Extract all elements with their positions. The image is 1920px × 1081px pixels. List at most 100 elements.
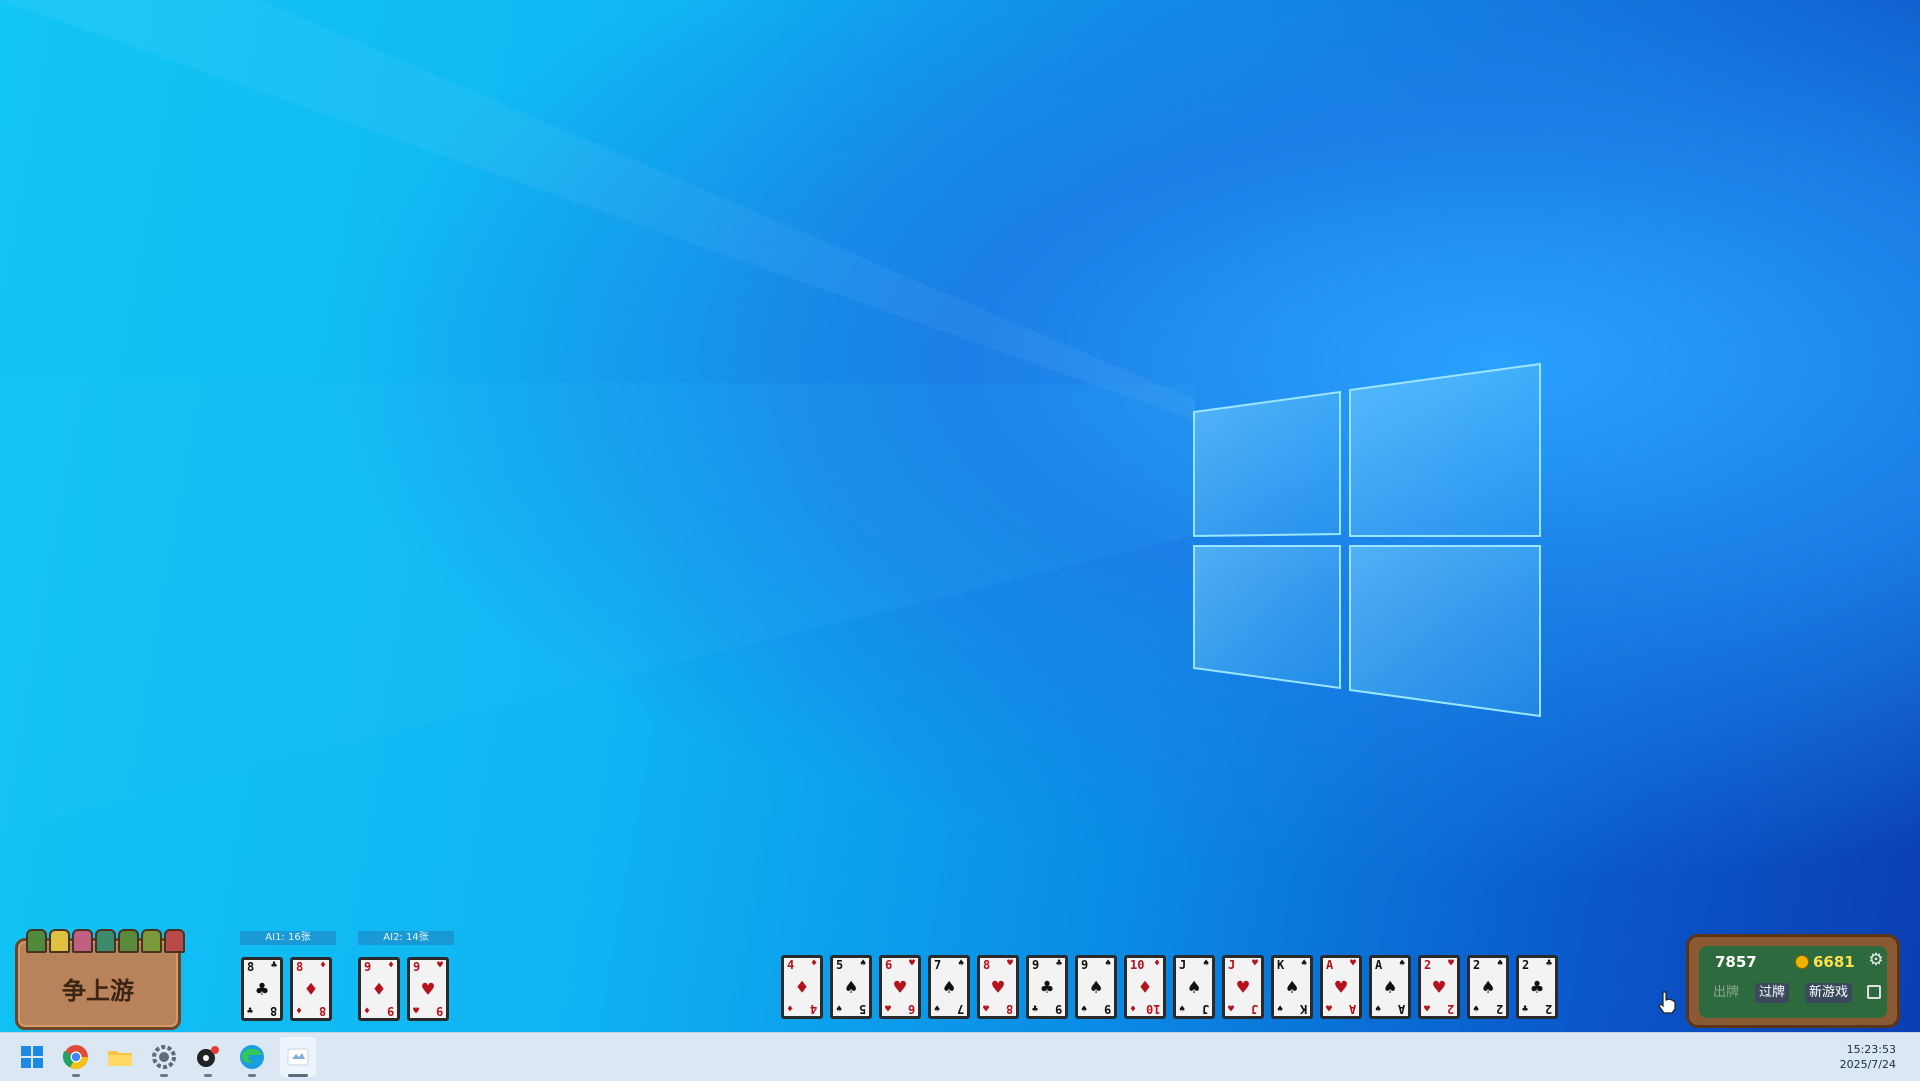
playing-card[interactable]: 9 ♣ ♣ ♣ 9 — [1026, 955, 1068, 1019]
chip-icon — [118, 929, 139, 953]
playing-card[interactable]: 6 ♥ ♥ ♥ 6 — [879, 955, 921, 1019]
card-suit-icon: ♠ — [1375, 1004, 1382, 1015]
card-suit-icon: ♣ — [255, 977, 269, 1001]
card-suit-icon: ♥ — [885, 1004, 892, 1015]
playing-card[interactable]: J ♥ ♥ ♥ J — [1222, 955, 1264, 1019]
card-suit-icon: ♦ — [787, 1004, 794, 1015]
chip-icon — [95, 929, 116, 953]
playing-card[interactable]: 2 ♥ ♥ ♥ 2 — [1418, 955, 1460, 1019]
card-rank: 9 — [413, 960, 421, 974]
card-suit-icon: ♠ — [1473, 1004, 1480, 1015]
game-app-icon[interactable] — [284, 1043, 312, 1071]
new-game-button[interactable]: 新游戏 — [1805, 983, 1853, 1003]
playing-card[interactable]: 7 ♠ ♠ ♠ 7 — [928, 955, 970, 1019]
file-explorer-icon[interactable] — [106, 1043, 134, 1071]
card-rank: 2 — [1473, 958, 1481, 972]
card-rank: 8 — [1005, 1002, 1013, 1016]
chip-icon — [49, 929, 70, 953]
card-rank: K — [1299, 1002, 1307, 1016]
clock-time: 15:23:53 — [1846, 1043, 1896, 1056]
chip-icon — [164, 929, 185, 953]
game-app-active-indicator — [288, 1074, 308, 1077]
card-rank: A — [1326, 958, 1334, 972]
card-rank: 8 — [296, 960, 304, 974]
playing-card[interactable]: 8 ♥ ♥ ♥ 8 — [977, 955, 1019, 1019]
card-suit-icon: ♠ — [1187, 975, 1201, 999]
card-rank: 6 — [885, 958, 893, 972]
card-suit-icon: ♣ — [1530, 975, 1544, 999]
playing-card[interactable]: 2 ♣ ♣ ♣ 2 — [1516, 955, 1558, 1019]
playing-card[interactable]: A ♥ ♥ ♥ A — [1320, 955, 1362, 1019]
playing-card[interactable]: A ♠ ♠ ♠ A — [1369, 955, 1411, 1019]
card-rank: J — [1228, 958, 1236, 972]
card-suit-icon: ♥ — [413, 1006, 420, 1017]
card-suit-icon: ♠ — [1383, 975, 1397, 999]
game-control-panel: 7857 6681 ⚙ 出牌 过牌 新游戏 — [1686, 934, 1900, 1028]
media-app-icon[interactable] — [194, 1043, 222, 1071]
card-suit-icon: ♠ — [942, 975, 956, 999]
card-suit-icon: ♣ — [1040, 975, 1054, 999]
card-suit-icon: ♥ — [893, 975, 907, 999]
card-suit-icon: ♠ — [1285, 975, 1299, 999]
chips-decoration — [26, 929, 185, 953]
card-suit-icon: ♥ — [1006, 958, 1013, 969]
coins-value: 6681 — [1813, 953, 1855, 971]
playing-card[interactable]: 9 ♠ ♠ ♠ 9 — [1075, 955, 1117, 1019]
card-suit-icon: ♠ — [859, 958, 866, 969]
card-suit-icon: ♥ — [1432, 975, 1446, 999]
card-rank: 8 — [318, 1004, 326, 1018]
card-rank: 8 — [247, 960, 255, 974]
score-value: 7857 — [1715, 953, 1757, 971]
edge-icon[interactable] — [238, 1043, 266, 1071]
playing-card[interactable]: K ♠ ♠ ♠ K — [1271, 955, 1313, 1019]
exit-icon[interactable] — [1867, 985, 1881, 999]
media-running-indicator — [204, 1074, 212, 1077]
card-rank: 9 — [386, 1004, 394, 1018]
playing-card[interactable]: 5 ♠ ♠ ♠ 5 — [830, 955, 872, 1019]
settings-gear-icon[interactable]: ⚙ — [1867, 951, 1885, 969]
card-suit-icon: ♣ — [247, 1006, 254, 1017]
playing-card[interactable]: 10 ♦ ♦ ♦ 10 — [1124, 955, 1166, 1019]
pass-button[interactable]: 过牌 — [1755, 983, 1790, 1003]
card-suit-icon: ♥ — [908, 958, 915, 969]
playing-card: 8 ♦ ♦ ♦ 8 — [290, 957, 332, 1021]
coin-icon — [1795, 955, 1809, 969]
card-rank: 4 — [809, 1002, 817, 1016]
chrome-icon[interactable] — [62, 1043, 90, 1071]
card-rank: 6 — [907, 1002, 915, 1016]
card-suit-icon: ♥ — [1424, 1004, 1431, 1015]
card-rank: 7 — [956, 1002, 964, 1016]
card-suit-icon: ♠ — [1202, 958, 1209, 969]
card-rank: 2 — [1495, 1002, 1503, 1016]
settings-icon[interactable] — [150, 1043, 178, 1071]
card-suit-icon: ♥ — [421, 977, 435, 1001]
card-suit-icon: ♠ — [957, 958, 964, 969]
card-rank: 5 — [836, 958, 844, 972]
card-rank: 8 — [269, 1004, 277, 1018]
ai2-label: AI2: 14张 — [358, 931, 454, 945]
card-suit-icon: ♥ — [991, 975, 1005, 999]
windows-logo-graphic — [0, 0, 1541, 830]
windows-start-icon[interactable] — [18, 1043, 46, 1071]
card-rank: 2 — [1544, 1002, 1552, 1016]
card-suit-icon: ♦ — [304, 977, 318, 1001]
card-rank: J — [1250, 1002, 1258, 1016]
card-suit-icon: ♣ — [1032, 1004, 1039, 1015]
playing-card[interactable]: 4 ♦ ♦ ♦ 4 — [781, 955, 823, 1019]
card-rank: J — [1201, 1002, 1209, 1016]
card-suit-icon: ♥ — [436, 960, 443, 971]
card-suit-icon: ♠ — [844, 975, 858, 999]
card-rank: 10 — [1130, 958, 1145, 972]
playing-card[interactable]: 2 ♠ ♠ ♠ 2 — [1467, 955, 1509, 1019]
card-rank: 2 — [1446, 1002, 1454, 1016]
play-button[interactable]: 出牌 — [1709, 983, 1743, 1003]
hand-cursor-icon — [1658, 991, 1676, 1014]
card-rank: 9 — [364, 960, 372, 974]
system-clock[interactable]: 15:23:53 2025/7/24 — [1840, 1042, 1896, 1072]
card-rank: A — [1348, 1002, 1356, 1016]
playing-card[interactable]: J ♠ ♠ ♠ J — [1173, 955, 1215, 1019]
card-rank: 9 — [435, 1004, 443, 1018]
card-rank: 4 — [787, 958, 795, 972]
card-suit-icon: ♠ — [1398, 958, 1405, 969]
card-suit-icon: ♠ — [1481, 975, 1495, 999]
